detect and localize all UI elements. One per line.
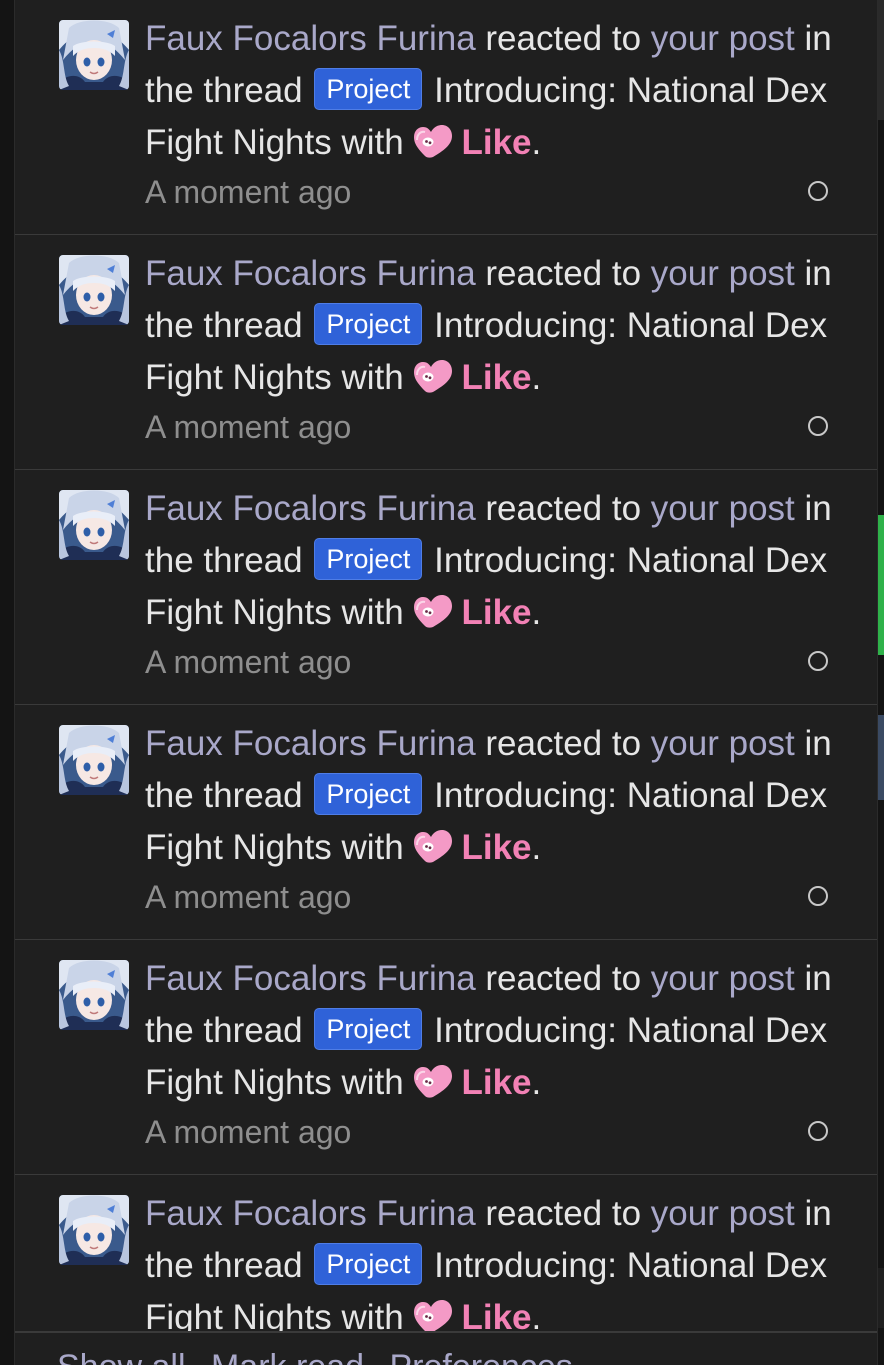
thread-prefix-badge: Project xyxy=(314,68,423,110)
alert-text: Faux Focalors Furina reacted to your pos… xyxy=(145,483,845,639)
alert-with: with xyxy=(341,593,404,632)
post-link[interactable]: your post xyxy=(651,19,795,58)
reaction-name: Like xyxy=(461,123,532,162)
sentence-period: . xyxy=(531,358,542,397)
user-link[interactable]: Faux Focalors Furina xyxy=(145,1194,476,1233)
unread-circle-icon[interactable] xyxy=(808,1121,828,1141)
like-heart-icon xyxy=(413,1061,453,1098)
like-heart-icon xyxy=(413,591,453,628)
reaction-name: Like xyxy=(461,358,532,397)
thread-prefix-badge: Project xyxy=(314,1008,423,1050)
alert-with: with xyxy=(341,123,404,162)
user-link[interactable]: Faux Focalors Furina xyxy=(145,959,476,998)
unread-circle-icon[interactable] xyxy=(808,886,828,906)
alert-action: reacted to xyxy=(485,724,642,763)
like-heart-icon xyxy=(413,826,453,863)
like-heart-icon xyxy=(413,356,453,393)
anime-avatar-icon[interactable] xyxy=(59,1195,129,1265)
alerts-footer: Show all Mark read Preferences xyxy=(15,1331,877,1365)
alert-action: reacted to xyxy=(485,19,642,58)
unread-circle-icon[interactable] xyxy=(808,416,828,436)
sentence-period: . xyxy=(531,1063,542,1102)
alert-item[interactable]: Faux Focalors Furina reacted to your pos… xyxy=(15,1175,877,1331)
alert-item[interactable]: Faux Focalors Furina reacted to your pos… xyxy=(15,470,877,705)
user-link[interactable]: Faux Focalors Furina xyxy=(145,489,476,528)
like-heart-icon xyxy=(413,1296,453,1331)
footer-links: Show all Mark read Preferences xyxy=(57,1347,589,1365)
alert-with: with xyxy=(341,1063,404,1102)
post-link[interactable]: your post xyxy=(651,254,795,293)
sentence-period: . xyxy=(531,593,542,632)
reaction-name: Like xyxy=(461,1298,532,1331)
post-link[interactable]: your post xyxy=(651,959,795,998)
alert-text: Faux Focalors Furina reacted to your pos… xyxy=(145,1188,845,1331)
post-link[interactable]: your post xyxy=(651,1194,795,1233)
preferences-link[interactable]: Preferences xyxy=(389,1348,572,1365)
alert-item[interactable]: Faux Focalors Furina reacted to your pos… xyxy=(15,0,877,235)
reaction-name: Like xyxy=(461,828,532,867)
thread-prefix-badge: Project xyxy=(314,538,423,580)
user-link[interactable]: Faux Focalors Furina xyxy=(145,19,476,58)
alert-with: with xyxy=(341,828,404,867)
anime-avatar-icon[interactable] xyxy=(59,490,129,560)
user-link[interactable]: Faux Focalors Furina xyxy=(145,254,476,293)
anime-avatar-icon[interactable] xyxy=(59,20,129,90)
alert-timestamp: A moment ago xyxy=(145,409,352,445)
alert-action: reacted to xyxy=(485,1194,642,1233)
reaction-name: Like xyxy=(461,1063,532,1102)
alert-text: Faux Focalors Furina reacted to your pos… xyxy=(145,248,845,404)
show-all-link[interactable]: Show all xyxy=(57,1348,186,1365)
alert-action: reacted to xyxy=(485,254,642,293)
alert-text: Faux Focalors Furina reacted to your pos… xyxy=(145,953,845,1109)
alert-text: Faux Focalors Furina reacted to your pos… xyxy=(145,13,845,169)
post-link[interactable]: your post xyxy=(651,724,795,763)
user-link[interactable]: Faux Focalors Furina xyxy=(145,724,476,763)
anime-avatar-icon[interactable] xyxy=(59,255,129,325)
anime-avatar-icon[interactable] xyxy=(59,725,129,795)
alert-timestamp: A moment ago xyxy=(145,174,352,210)
alert-with: with xyxy=(341,358,404,397)
sentence-period: . xyxy=(531,123,542,162)
thread-prefix-badge: Project xyxy=(314,773,423,815)
post-link[interactable]: your post xyxy=(651,489,795,528)
sentence-period: . xyxy=(531,828,542,867)
alert-item[interactable]: Faux Focalors Furina reacted to your pos… xyxy=(15,705,877,940)
alert-text: Faux Focalors Furina reacted to your pos… xyxy=(145,718,845,874)
alert-timestamp: A moment ago xyxy=(145,644,352,680)
thread-prefix-badge: Project xyxy=(314,303,423,345)
alert-action: reacted to xyxy=(485,959,642,998)
unread-circle-icon[interactable] xyxy=(808,651,828,671)
alert-timestamp: A moment ago xyxy=(145,1114,352,1150)
sentence-period: . xyxy=(531,1298,542,1331)
alert-with: with xyxy=(341,1298,404,1331)
anime-avatar-icon[interactable] xyxy=(59,960,129,1030)
mark-read-link[interactable]: Mark read xyxy=(211,1348,364,1365)
reaction-name: Like xyxy=(461,593,532,632)
unread-circle-icon[interactable] xyxy=(808,181,828,201)
like-heart-icon xyxy=(413,121,453,158)
thread-prefix-badge: Project xyxy=(314,1243,423,1285)
alerts-list: Faux Focalors Furina reacted to your pos… xyxy=(15,0,877,1331)
alerts-popup: Faux Focalors Furina reacted to your pos… xyxy=(14,0,878,1365)
alert-item[interactable]: Faux Focalors Furina reacted to your pos… xyxy=(15,235,877,470)
alert-item[interactable]: Faux Focalors Furina reacted to your pos… xyxy=(15,940,877,1175)
alert-timestamp: A moment ago xyxy=(145,879,352,915)
alert-action: reacted to xyxy=(485,489,642,528)
